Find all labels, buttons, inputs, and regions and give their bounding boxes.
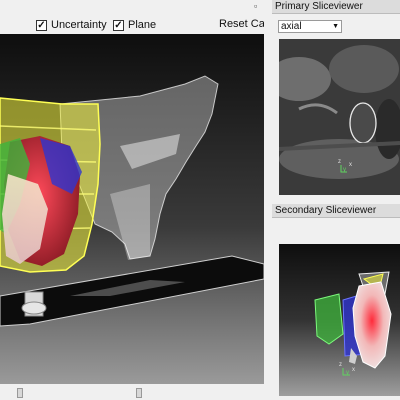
primary-slice-image[interactable]: z y x	[279, 39, 400, 195]
main-3d-toolbar: ✓ Uncertainty ✓ Plane Reset Camera	[0, 0, 270, 34]
slider-handle-right[interactable]	[136, 388, 142, 398]
uncertainty-checkbox[interactable]: ✓ Uncertainty	[36, 18, 107, 32]
orientation-value: axial	[281, 21, 302, 32]
plane-label: Plane	[128, 19, 157, 31]
chevron-down-icon: ▼	[332, 23, 339, 30]
secondary-3d-view[interactable]: z y x	[279, 244, 400, 396]
main-bottom-bar	[0, 384, 264, 400]
secondary-sliceviewer-titlebar: Secondary Sliceviewer	[272, 204, 400, 218]
float-window-icon[interactable]: ▫	[254, 1, 257, 11]
plane-check-box[interactable]: ✓	[113, 19, 124, 31]
axis-label-x: x	[349, 162, 352, 168]
secondary-green-structure	[314, 293, 344, 345]
primary-sliceviewer-titlebar: Primary Sliceviewer	[272, 0, 400, 14]
reset-camera-button[interactable]: Reset Camera	[216, 16, 266, 32]
uncertainty-label: Uncertainty	[51, 19, 107, 31]
catheter-tip	[21, 301, 47, 315]
primary-sliceviewer-title: Primary Sliceviewer	[275, 1, 363, 12]
splitter[interactable]	[264, 0, 272, 400]
slider-handle-left[interactable]	[17, 388, 23, 398]
plane-checkbox[interactable]: ✓ Plane	[113, 18, 156, 32]
reset-camera-label: Reset Camera	[219, 18, 266, 30]
orientation-select[interactable]: axial ▼	[278, 20, 342, 33]
secondary-axis-label-z: z	[339, 362, 342, 368]
secondary-sliceviewer-title: Secondary Sliceviewer	[275, 205, 377, 216]
uncertainty-check-box[interactable]: ✓	[36, 19, 47, 31]
secondary-axis-label-x: x	[352, 367, 355, 373]
axis-label-z: z	[338, 159, 341, 165]
main-3d-viewport[interactable]	[0, 34, 264, 384]
mri-region-top	[329, 45, 399, 93]
prostate-contour	[349, 102, 377, 144]
